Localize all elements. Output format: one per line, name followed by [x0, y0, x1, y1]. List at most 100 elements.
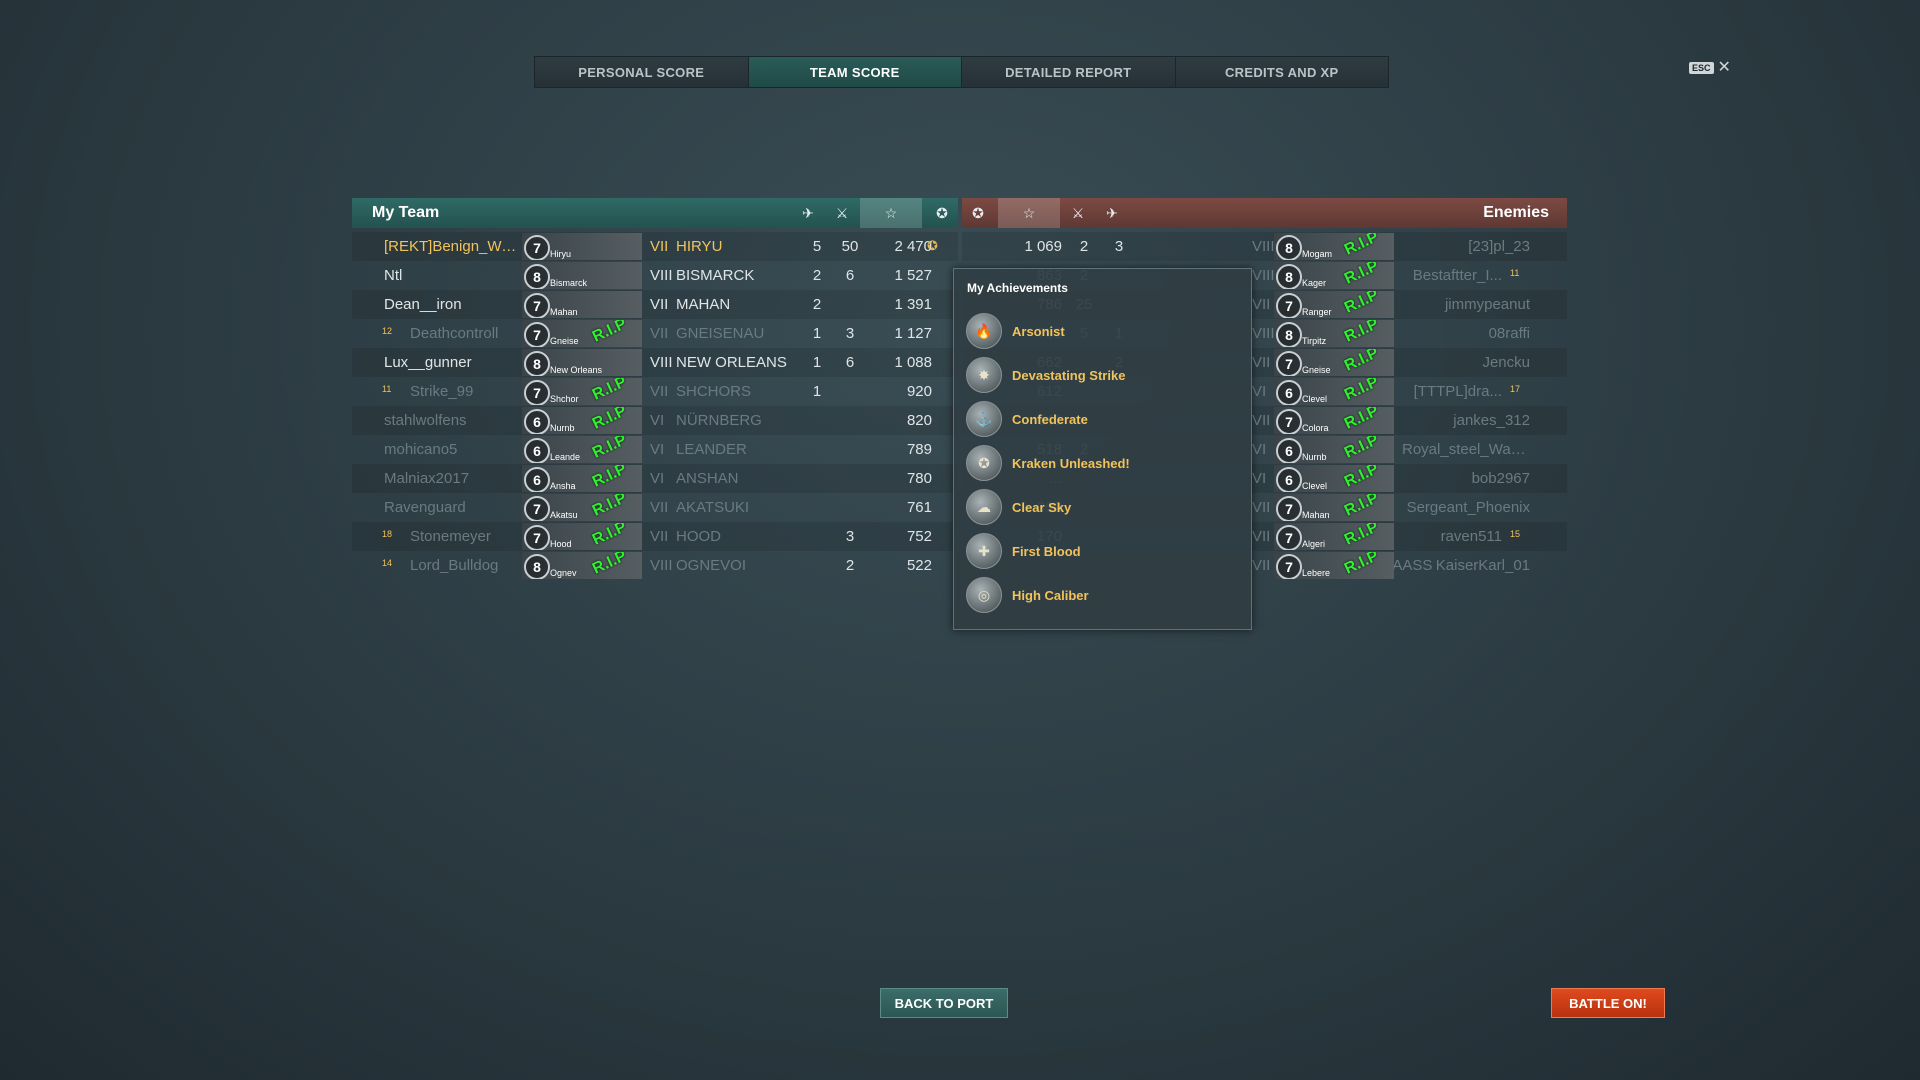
rip-mark: R.I.P — [590, 407, 630, 433]
kraken-medal-icon: ✪ — [966, 445, 1002, 481]
achievement-item[interactable]: 🔥 Arsonist — [966, 311, 1236, 351]
team-row[interactable]: Ntl 8 Bismarck VIII BISMARCK 2 6 1 527 — [352, 261, 958, 290]
battle-on-button[interactable]: BATTLE ON! — [1551, 988, 1665, 1018]
ship-tier: VIII — [1252, 238, 1275, 255]
tier-badge: 7 — [1276, 409, 1302, 434]
player-name: mohicano5 — [384, 441, 458, 458]
achievement-item[interactable]: ◎ High Caliber — [966, 575, 1236, 615]
ship-image: 7 Algeri R.I.P — [1274, 523, 1394, 550]
tier-badge: 6 — [1276, 438, 1302, 463]
ship-tier: VII — [650, 296, 669, 313]
achievement-label: Kraken Unleashed! — [1012, 455, 1130, 471]
rip-mark: R.I.P — [1342, 233, 1382, 259]
rank-badge: 11 — [382, 384, 392, 394]
achievement-item[interactable]: ✸ Devastating Strike — [966, 355, 1236, 395]
ship-name: SHCHORS — [676, 383, 752, 400]
team-row[interactable]: [REKT]Benign_Wol... 7 Hiryu VII HIRYU 5 50 2 47… — [352, 232, 958, 261]
achievement-item[interactable]: ✪ Kraken Unleashed! — [966, 443, 1236, 483]
ship-short-name: Mogam — [1302, 249, 1333, 259]
player-name: stahlwolfens — [384, 412, 467, 429]
team-row[interactable]: Dean__iron 7 Mahan VII MAHAN 2 1 391 — [352, 290, 958, 319]
ship-short-name: Hood — [550, 539, 572, 549]
star-icon[interactable]: ☆ — [860, 198, 922, 228]
ship-short-name: Ognev — [550, 568, 577, 578]
team-row[interactable]: 12 Deathcontroll 7 Gneise R.I.P VII GNEISENAU 1… — [352, 319, 958, 348]
caliber-medal-icon: ◎ — [966, 577, 1002, 613]
star-icon[interactable]: ☆ — [998, 198, 1060, 228]
ship-image: 6 Nurnb R.I.P — [522, 407, 642, 434]
player-name: jankes_312 — [1453, 412, 1530, 429]
score-value: 761 — [906, 499, 932, 516]
tab-detailed-report[interactable]: DETAILED REPORT — [962, 57, 1176, 87]
achievement-label: Confederate — [1012, 411, 1088, 427]
sword-icon[interactable]: ⚔ — [826, 198, 858, 228]
player-name: [REKT]Benign_Wol... — [384, 238, 524, 255]
ship-short-name: Algeri — [1302, 539, 1326, 549]
ship-image: 7 Mahan R.I.P — [1274, 494, 1394, 521]
back-to-port-button[interactable]: BACK TO PORT — [880, 988, 1008, 1018]
player-name: Ntl — [384, 267, 403, 284]
achievement-label: First Blood — [1012, 543, 1081, 559]
ship-tier: VII — [1252, 296, 1271, 313]
tier-badge: 8 — [524, 554, 550, 579]
ship-short-name: Ranger — [1302, 307, 1332, 317]
player-name: Royal_steel_Warrior — [1402, 441, 1530, 458]
score-value: 920 — [906, 383, 932, 400]
rip-mark: R.I.P — [590, 465, 630, 491]
enemy-row[interactable]: 1 06923MOGAMIVIII8MogamR.I.P[23]pl_23 — [962, 232, 1567, 261]
ship-image: 8 Mogam R.I.P — [1274, 233, 1394, 260]
player-name: bob2967 — [1471, 470, 1530, 487]
ship-tier: VII — [650, 499, 669, 516]
rank-badge: 18 — [382, 529, 393, 539]
team-row[interactable]: Malniax2017 6 Ansha R.I.P VI ANSHAN 780 — [352, 464, 958, 493]
team-row[interactable]: mohicano5 6 Leande R.I.P VI LEANDER 789 — [352, 435, 958, 464]
tab-personal-score[interactable]: PERSONAL SCORE — [535, 57, 749, 87]
ship-image: 7 Shchor R.I.P — [522, 378, 642, 405]
team-row[interactable]: stahlwolfens 6 Nurnb R.I.P VI NÜRNBERG 820 — [352, 406, 958, 435]
tab-credits-and-xp[interactable]: CREDITS AND XP — [1175, 57, 1388, 87]
ship-image: 8 Bismarck — [522, 262, 642, 289]
achievement-item[interactable]: ☁ Clear Sky — [966, 487, 1236, 527]
plane-icon[interactable]: ✈ — [1096, 198, 1128, 228]
rip-mark: R.I.P — [590, 320, 630, 346]
ship-tier: VI — [1252, 441, 1267, 458]
ship-short-name: Colora — [1302, 423, 1329, 433]
ship-tier: VII — [1252, 354, 1271, 371]
rip-mark: R.I.P — [590, 494, 630, 520]
player-name: Bestaftter_I... — [1412, 267, 1502, 284]
achievement-item[interactable]: ✚ First Blood — [966, 531, 1236, 571]
achievement-icon[interactable]: ✪ — [962, 198, 994, 228]
result-tabs: PERSONAL SCORE TEAM SCORE DETAILED REPOR… — [534, 56, 1389, 88]
ship-tier: VII — [1252, 412, 1271, 429]
kills-stat: 6 — [845, 354, 855, 371]
team-row[interactable]: 18 Stonemeyer 7 Hood R.I.P VII HOOD 3 752 — [352, 522, 958, 551]
ship-tier: VI — [1252, 470, 1267, 487]
tab-team-score[interactable]: TEAM SCORE — [748, 57, 962, 87]
ship-tier: VIII — [1252, 267, 1275, 284]
tier-badge: 7 — [1276, 293, 1302, 318]
tier-badge: 8 — [1276, 322, 1302, 347]
tier-badge: 7 — [1276, 525, 1302, 550]
rip-mark: R.I.P — [1342, 465, 1382, 491]
close-button[interactable]: ESC ✕ — [1689, 60, 1731, 76]
planes-stat: 2 — [812, 296, 822, 313]
ship-tier: VI — [1252, 383, 1267, 400]
achievement-icon[interactable]: ✪ — [926, 198, 958, 228]
team-row[interactable]: Ravenguard 7 Akatsu R.I.P VII AKATSUKI 761 — [352, 493, 958, 522]
rip-mark: R.I.P — [1342, 320, 1382, 346]
team-row[interactable]: 11 Strike_99 7 Shchor R.I.P VII SHCHORS 1 920 — [352, 377, 958, 406]
plane-icon[interactable]: ✈ — [792, 198, 824, 228]
team-row[interactable]: 14 Lord_Bulldog 8 Ognev R.I.P VIII OGNEVOI 2 522 — [352, 551, 958, 580]
player-name: KaiserKarl_01 — [1435, 557, 1530, 574]
team-row[interactable]: Lux__gunner 8 New Orleans VIII NEW ORLEANS 1 6… — [352, 348, 958, 377]
my-team-list: [REKT]Benign_Wol... 7 Hiryu VII HIRYU 5 50 2 47… — [352, 232, 958, 580]
achievement-item[interactable]: ⚓ Confederate — [966, 399, 1236, 439]
ship-tier: VII — [650, 238, 669, 255]
player-name: [TTTPL]dra... — [1413, 383, 1502, 400]
ship-name: NÜRNBERG — [676, 412, 762, 429]
ship-name: AKATSUKI — [676, 499, 750, 516]
ship-image: 7 Gneise R.I.P — [522, 320, 642, 347]
sword-icon[interactable]: ⚔ — [1062, 198, 1094, 228]
score-value: 820 — [906, 412, 932, 429]
ship-tier: VII — [650, 325, 669, 342]
